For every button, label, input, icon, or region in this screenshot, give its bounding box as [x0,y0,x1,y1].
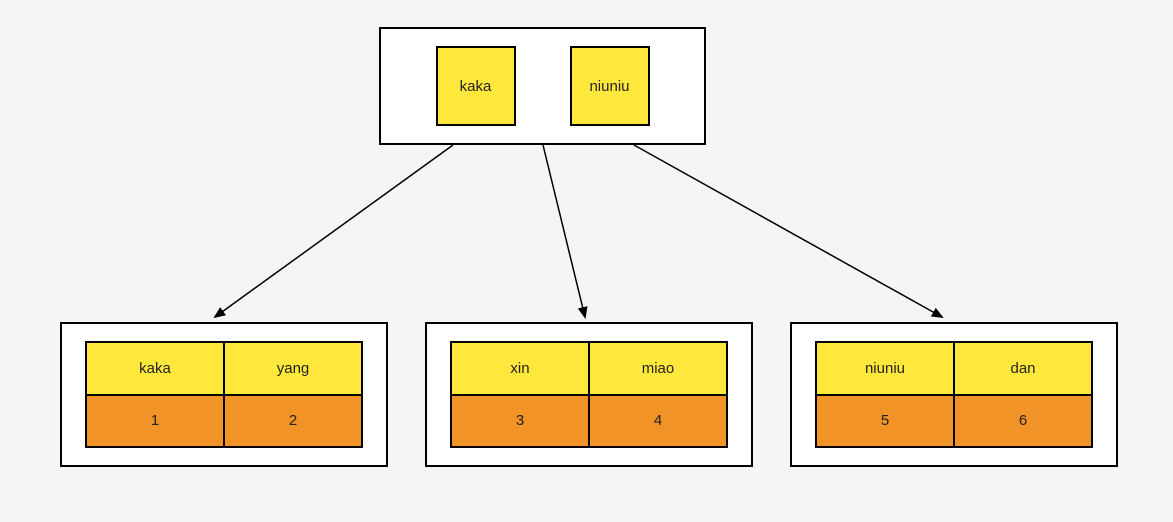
arrow [543,145,585,317]
leaf-value-cell: 5 [816,395,954,448]
root-node: kaka niuniu [379,27,706,145]
leaf-value-cell: 4 [589,395,727,448]
root-tag: niuniu [570,46,650,126]
leaf-node: niuniu dan 5 6 [790,322,1118,467]
leaf-header-cell: dan [954,342,1092,395]
leaf-value-cell: 1 [86,395,224,448]
arrow-group [215,145,942,317]
leaf-table: niuniu dan 5 6 [815,341,1093,448]
leaf-table: xin miao 3 4 [450,341,728,448]
root-tag-label: niuniu [589,78,629,95]
root-tag: kaka [436,46,516,126]
leaf-header-cell: yang [224,342,362,395]
leaf-value-cell: 6 [954,395,1092,448]
leaf-value-cell: 2 [224,395,362,448]
leaf-header-cell: kaka [86,342,224,395]
leaf-header-cell: niuniu [816,342,954,395]
leaf-header-cell: miao [589,342,727,395]
root-tag-label: kaka [460,78,492,95]
arrow [634,145,942,317]
leaf-node: kaka yang 1 2 [60,322,388,467]
leaf-value-cell: 3 [451,395,589,448]
diagram-canvas: kaka niuniu kaka yang 1 2 xin miao 3 [0,0,1173,522]
arrow [215,145,453,317]
leaf-header-cell: xin [451,342,589,395]
leaf-node: xin miao 3 4 [425,322,753,467]
leaf-table: kaka yang 1 2 [85,341,363,448]
